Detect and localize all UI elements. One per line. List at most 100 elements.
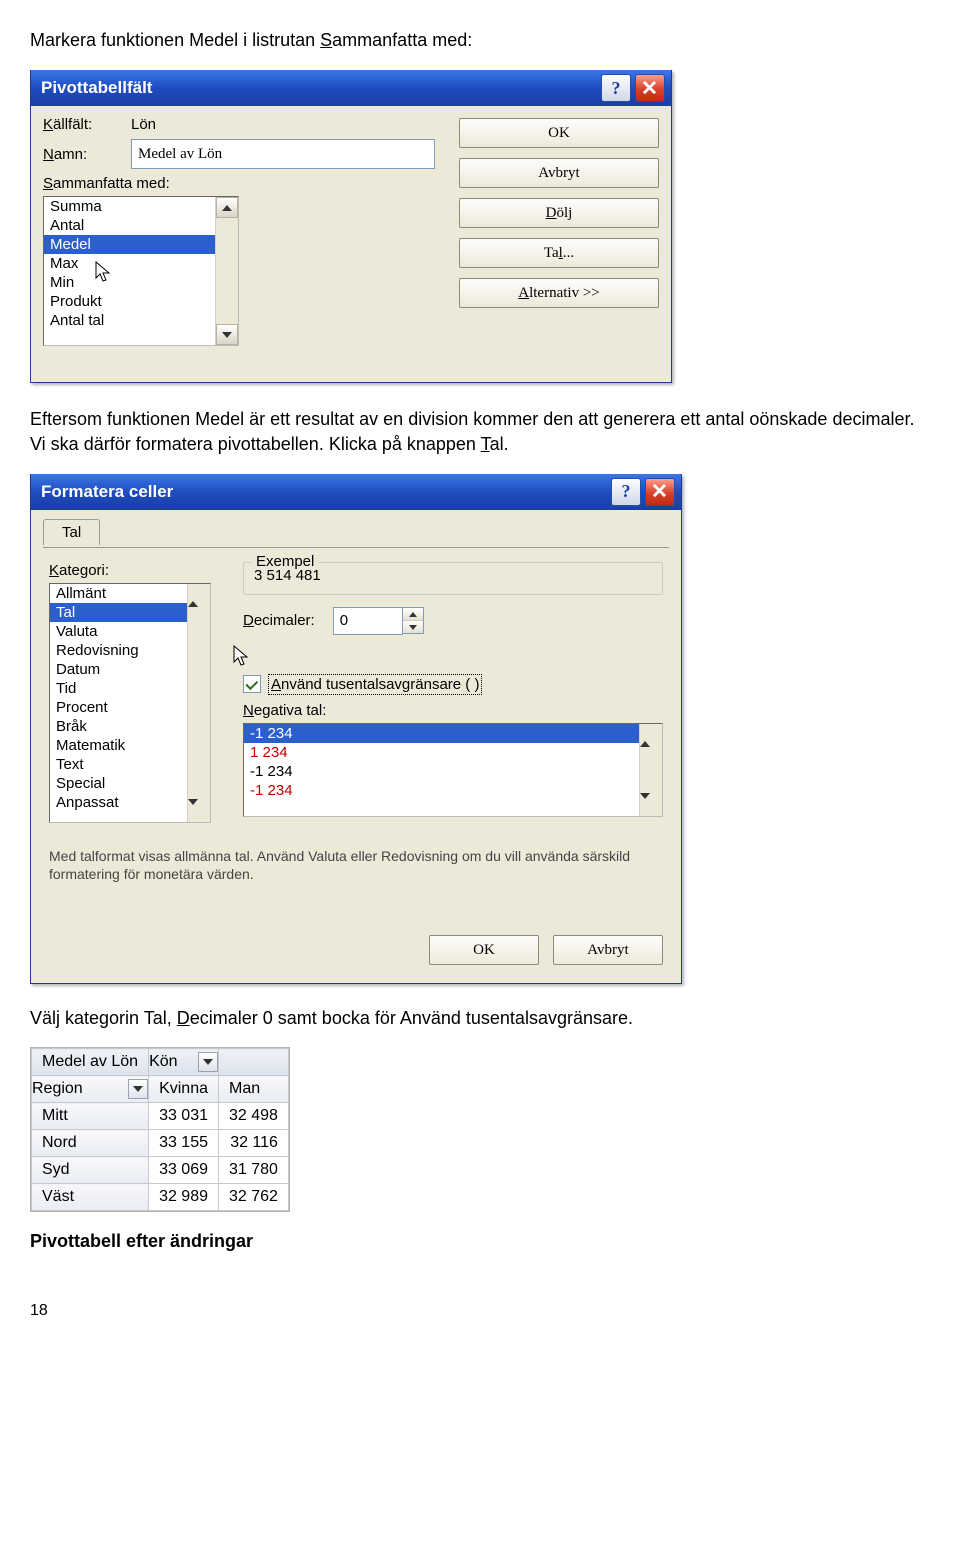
namn-input[interactable] <box>131 139 435 169</box>
list-item[interactable]: Antal <box>44 216 238 235</box>
close-button[interactable]: ✕ <box>645 478 675 506</box>
help-button[interactable]: ? <box>611 478 641 506</box>
tal-button[interactable]: Tal... <box>459 238 659 268</box>
dialog2-title: Formatera celler <box>41 482 607 502</box>
list-item[interactable]: Tid <box>50 679 210 698</box>
list-item[interactable]: Tal <box>50 603 210 622</box>
alternativ-button[interactable]: Alternativ >> <box>459 278 659 308</box>
para3-b: ecimaler 0 samt bocka för Använd tusenta… <box>190 1008 633 1028</box>
negativa-label: Negativa tal: <box>243 702 663 719</box>
list-item[interactable]: Anpassat <box>50 793 210 812</box>
dialog-formatera-celler: Formatera celler ? ✕ Tal Kategori: Allmä… <box>30 474 682 984</box>
list-item[interactable]: 1 234 <box>244 743 662 762</box>
list-item[interactable]: Produkt <box>44 292 238 311</box>
intro-paragraph: Markera funktionen Medel i listrutan Sam… <box>30 28 930 52</box>
para2-b: al. <box>490 434 509 454</box>
row-header: Väst <box>32 1184 149 1211</box>
cursor-icon <box>233 645 249 671</box>
dropdown-icon[interactable] <box>198 1052 218 1072</box>
tusentals-checkbox[interactable] <box>243 675 261 693</box>
close-button[interactable]: ✕ <box>635 74 665 102</box>
list-item[interactable]: Bråk <box>50 717 210 736</box>
kallfalt-label: Källfält: <box>43 116 131 133</box>
table-row: Syd 33 069 31 780 <box>32 1157 289 1184</box>
list-item[interactable]: Datum <box>50 660 210 679</box>
close-icon: ✕ <box>651 480 668 504</box>
list-item[interactable]: Text <box>50 755 210 774</box>
list-item[interactable]: -1 234 <box>244 724 662 743</box>
chevron-down-icon <box>409 625 417 630</box>
list-item[interactable]: Summa <box>44 197 238 216</box>
figure-caption: Pivottabell efter ändringar <box>30 1231 930 1252</box>
pivot-row-field[interactable]: Region <box>32 1076 149 1103</box>
list-item[interactable]: Procent <box>50 698 210 717</box>
exempel-group: Exempel 3 514 481 <box>243 562 663 595</box>
dropdown-icon[interactable] <box>128 1079 148 1099</box>
col-header-kvinna: Kvinna <box>149 1076 219 1103</box>
decimaler-spinner[interactable] <box>333 607 424 635</box>
chevron-down-icon <box>222 332 232 338</box>
list-item[interactable]: -1 234 <box>244 762 662 781</box>
list-item[interactable]: Medel <box>44 235 238 254</box>
list-item[interactable]: Valuta <box>50 622 210 641</box>
decimaler-input[interactable] <box>333 607 403 635</box>
tab-tal[interactable]: Tal <box>43 519 100 545</box>
scroll-down-button[interactable] <box>188 805 210 822</box>
chevron-up-icon <box>188 584 198 607</box>
pivot-empty-header <box>219 1049 289 1076</box>
cell-value: 32 116 <box>219 1130 289 1157</box>
dialog2-description: Med talformat visas allmänna tal. Använd… <box>31 829 681 923</box>
list-item[interactable]: Redovisning <box>50 641 210 660</box>
spin-up-button[interactable] <box>403 608 423 621</box>
chevron-up-icon <box>640 724 650 747</box>
kategori-label: Kategori: <box>49 562 229 579</box>
pivot-result-table: Medel av Lön Kön Region Kvinna Man Mitt … <box>30 1047 290 1212</box>
listbox-scrollbar[interactable] <box>639 724 662 816</box>
avbryt-button[interactable]: Avbryt <box>553 935 663 965</box>
avbryt-button[interactable]: Avbryt <box>459 158 659 188</box>
scroll-up-button[interactable] <box>188 584 210 601</box>
para2-a: Eftersom funktionen Medel är ett resulta… <box>30 409 914 453</box>
close-icon: ✕ <box>641 76 658 100</box>
scroll-up-button[interactable] <box>640 724 662 741</box>
row-header: Syd <box>32 1157 149 1184</box>
list-item[interactable]: Allmänt <box>50 584 210 603</box>
scroll-up-button[interactable] <box>216 197 238 218</box>
dialog2-titlebar[interactable]: Formatera celler ? ✕ <box>31 474 681 510</box>
scroll-down-button[interactable] <box>640 799 662 816</box>
list-item[interactable]: Antal tal <box>44 311 238 330</box>
list-item[interactable]: Matematik <box>50 736 210 755</box>
list-item[interactable]: Max <box>44 254 238 273</box>
list-item[interactable]: Special <box>50 774 210 793</box>
cell-value: 31 780 <box>219 1157 289 1184</box>
para3-a: Välj kategorin Tal, <box>30 1008 177 1028</box>
sammanfatta-listbox[interactable]: Summa Antal Medel Max Min Produkt Antal … <box>43 196 239 346</box>
dialog1-title: Pivottabellfält <box>41 78 597 98</box>
help-button[interactable]: ? <box>601 74 631 102</box>
page-number: 18 <box>30 1302 930 1320</box>
listbox-scrollbar[interactable] <box>187 584 210 822</box>
chevron-down-icon <box>640 793 650 816</box>
listbox-scrollbar[interactable] <box>215 197 238 345</box>
scroll-down-button[interactable] <box>216 324 238 345</box>
dialog1-titlebar[interactable]: Pivottabellfält ? ✕ <box>31 70 671 106</box>
table-row: Nord 33 155 32 116 <box>32 1130 289 1157</box>
negativa-listbox[interactable]: -1 234 1 234 -1 234 -1 234 <box>243 723 663 817</box>
table-row: Mitt 33 031 32 498 <box>32 1103 289 1130</box>
spin-down-button[interactable] <box>403 621 423 633</box>
pivot-col-field-label: Kön <box>149 1053 177 1071</box>
list-item[interactable]: Min <box>44 273 238 292</box>
cell-value: 33 031 <box>149 1103 219 1130</box>
cell-value: 32 989 <box>149 1184 219 1211</box>
list-item[interactable]: -1 234 <box>244 781 662 800</box>
tabstrip: Tal <box>43 518 669 548</box>
paragraph-2: Eftersom funktionen Medel är ett resulta… <box>30 407 930 456</box>
ok-button[interactable]: OK <box>429 935 539 965</box>
dolj-button[interactable]: Dölj <box>459 198 659 228</box>
kategori-listbox[interactable]: Allmänt Tal Valuta Redovisning Datum Tid… <box>49 583 211 823</box>
ok-button[interactable]: OK <box>459 118 659 148</box>
cell-value: 32 498 <box>219 1103 289 1130</box>
pivot-col-field[interactable]: Kön <box>149 1049 219 1076</box>
col-header-man: Man <box>219 1076 289 1103</box>
chevron-down-icon <box>188 799 198 822</box>
